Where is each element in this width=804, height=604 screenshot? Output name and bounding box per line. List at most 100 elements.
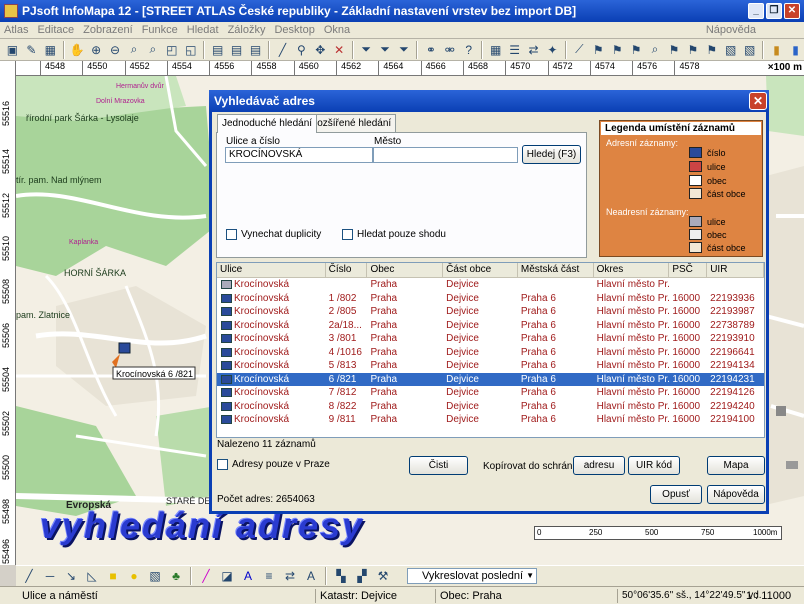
zoom-fit-icon[interactable]: ◱ [182, 41, 199, 59]
menu-zalozky[interactable]: Záložky [228, 24, 266, 36]
tab-advanced-search[interactable]: Rozšířené hledání [305, 114, 397, 132]
arrow-style-icon[interactable]: ⇄ [281, 567, 299, 585]
col-header[interactable]: PSČ [669, 263, 708, 277]
table-icon[interactable]: ▦ [487, 41, 504, 59]
layer3-icon[interactable]: ▤ [247, 41, 264, 59]
grid-icon[interactable]: ▦ [42, 41, 59, 59]
skip-duplicates-checkbox[interactable] [226, 229, 237, 240]
minimize-icon[interactable]: _ [748, 3, 764, 19]
search-button[interactable]: Hledej (F3) [522, 145, 581, 164]
close-icon[interactable]: ✕ [784, 3, 800, 19]
col-header[interactable]: Okres [594, 263, 670, 277]
arrow-icon[interactable]: ↘ [62, 567, 80, 585]
help-button[interactable]: Nápověda [707, 485, 765, 504]
zoom-window-icon[interactable]: ⌕ [126, 41, 143, 59]
filter-icon[interactable]: ⏷ [358, 41, 375, 59]
zoom-all-icon[interactable]: ◰ [163, 41, 180, 59]
move-icon[interactable]: ✥ [312, 41, 329, 59]
ungroup-icon[interactable]: ▞ [353, 567, 371, 585]
col-header[interactable]: Obec [367, 263, 444, 277]
tab-simple-search[interactable]: Jednoduché hledání [217, 114, 318, 133]
rectangle-icon[interactable]: ■ [104, 567, 122, 585]
poi4-icon[interactable]: ⚑ [666, 41, 683, 59]
table-row[interactable]: Krocínovská 7 /812 Praha Dejvice Praha 6 Hlav… [217, 386, 764, 400]
table-row[interactable]: Krocínovská Praha Dejvice Hlavní město Pr..… [217, 278, 764, 292]
layer2-icon[interactable]: ▤ [228, 41, 245, 59]
zoom-prev-icon[interactable]: ⌕ [144, 41, 161, 59]
clear-button[interactable]: Čisti [409, 456, 468, 475]
col-header[interactable]: Ulice [217, 263, 326, 277]
font-icon[interactable]: A [302, 567, 320, 585]
map-button[interactable]: Mapa [707, 456, 765, 475]
menu-funkce[interactable]: Funkce [142, 24, 178, 36]
menu-editace[interactable]: Editace [37, 24, 74, 36]
text-color-icon[interactable]: A [239, 567, 257, 585]
table-row[interactable]: Krocínovská 4 /1016 Praha Dejvice Praha 6 Hla… [217, 346, 764, 360]
delete-icon[interactable]: ✕ [331, 41, 348, 59]
draw-mode-select[interactable]: Vykreslovat poslední [407, 568, 537, 584]
image2-icon[interactable]: ▧ [741, 41, 758, 59]
menu-hledat[interactable]: Hledat [187, 24, 219, 36]
line-style-icon[interactable]: ≡ [260, 567, 278, 585]
list-icon[interactable]: ☰ [506, 41, 523, 59]
col-header[interactable]: Část obce [443, 263, 518, 277]
table-row[interactable]: Krocínovská 2a/18... Praha Dejvice Praha 6 Hl… [217, 319, 764, 333]
polygon-icon[interactable]: ◺ [83, 567, 101, 585]
chart-icon[interactable]: ▮ [768, 41, 785, 59]
link-icon[interactable]: ⚭ [422, 41, 439, 59]
tools-icon[interactable]: ⚒ [374, 567, 392, 585]
zoom-out-icon[interactable]: ⊖ [107, 41, 124, 59]
poi2-icon[interactable]: ⚑ [609, 41, 626, 59]
col-header[interactable]: UIR [707, 263, 764, 277]
unlink-icon[interactable]: ⚮ [441, 41, 458, 59]
poi5-icon[interactable]: ⚑ [684, 41, 701, 59]
table-row[interactable]: Krocínovská 9 /811 Praha Dejvice Praha 6 Hlav… [217, 413, 764, 427]
results-table[interactable]: Ulice Číslo Obec Část obce Městská část … [216, 262, 765, 438]
table-row[interactable]: Krocínovská 5 /813 Praha Dejvice Praha 6 Hlav… [217, 359, 764, 373]
open-map-icon[interactable]: ▣ [4, 41, 21, 59]
maximize-icon[interactable]: ❐ [766, 3, 782, 19]
measure-icon[interactable]: ⟋ [571, 41, 588, 59]
image-icon[interactable]: ▧ [722, 41, 739, 59]
fill-color-icon[interactable]: ◪ [218, 567, 236, 585]
poi-icon[interactable]: ⚑ [590, 41, 607, 59]
col-header[interactable]: Číslo [326, 263, 368, 277]
layers-icon[interactable]: ▤ [209, 41, 226, 59]
symbol-icon[interactable]: ♣ [167, 567, 185, 585]
pin-icon[interactable]: ⚲ [293, 41, 310, 59]
filter3-icon[interactable]: ⏷ [396, 41, 413, 59]
draw-line-icon[interactable]: ╱ [274, 41, 291, 59]
route-icon[interactable]: ⇄ [525, 41, 542, 59]
edit-icon[interactable]: ✎ [23, 41, 40, 59]
copy-address-button[interactable]: adresu [573, 456, 625, 475]
zoom-in-icon[interactable]: ⊕ [88, 41, 105, 59]
line-icon[interactable]: ─ [41, 567, 59, 585]
close-button[interactable]: Opusť [650, 485, 702, 504]
menu-okna[interactable]: Okna [324, 24, 350, 36]
pan-hand-icon[interactable]: ✋ [69, 41, 86, 59]
group-icon[interactable]: ▚ [332, 567, 350, 585]
image-insert-icon[interactable]: ▧ [146, 567, 164, 585]
table-row[interactable]: Krocínovská 2 /805 Praha Dejvice Praha 6 Hlav… [217, 305, 764, 319]
table-row[interactable]: Krocínovská 8 /822 Praha Dejvice Praha 6 Hlav… [217, 400, 764, 414]
exact-match-checkbox[interactable] [342, 229, 353, 240]
zoom-obj-icon[interactable]: ⌕ [647, 41, 664, 59]
menu-zobrazeni[interactable]: Zobrazení [83, 24, 133, 36]
poi6-icon[interactable]: ⚑ [703, 41, 720, 59]
table-row[interactable]: Krocínovská 6 /821 Praha Dejvice Praha 6 Hlav… [217, 372, 764, 386]
table-row[interactable]: Krocínovská 1 /802 Praha Dejvice Praha 6 Hlav… [217, 292, 764, 306]
copy-uir-button[interactable]: UIR kód [628, 456, 680, 475]
dialog-close-icon[interactable]: ✕ [749, 92, 767, 110]
street-input[interactable]: KROCÍNOVSKÁ [225, 147, 373, 163]
pen-icon[interactable]: ╱ [20, 567, 38, 585]
line-color-icon[interactable]: ╱ [197, 567, 215, 585]
compass-icon[interactable]: ✦ [544, 41, 561, 59]
menu-help[interactable]: Nápověda [706, 24, 756, 36]
prague-only-checkbox[interactable] [217, 459, 228, 470]
circle-icon[interactable]: ● [125, 567, 143, 585]
menu-desktop[interactable]: Desktop [274, 24, 314, 36]
city-input[interactable] [373, 147, 518, 163]
poi3-icon[interactable]: ⚑ [628, 41, 645, 59]
table-row[interactable]: Krocínovská 3 /801 Praha Dejvice Praha 6 Hlav… [217, 332, 764, 346]
filter2-icon[interactable]: ⏷ [377, 41, 394, 59]
